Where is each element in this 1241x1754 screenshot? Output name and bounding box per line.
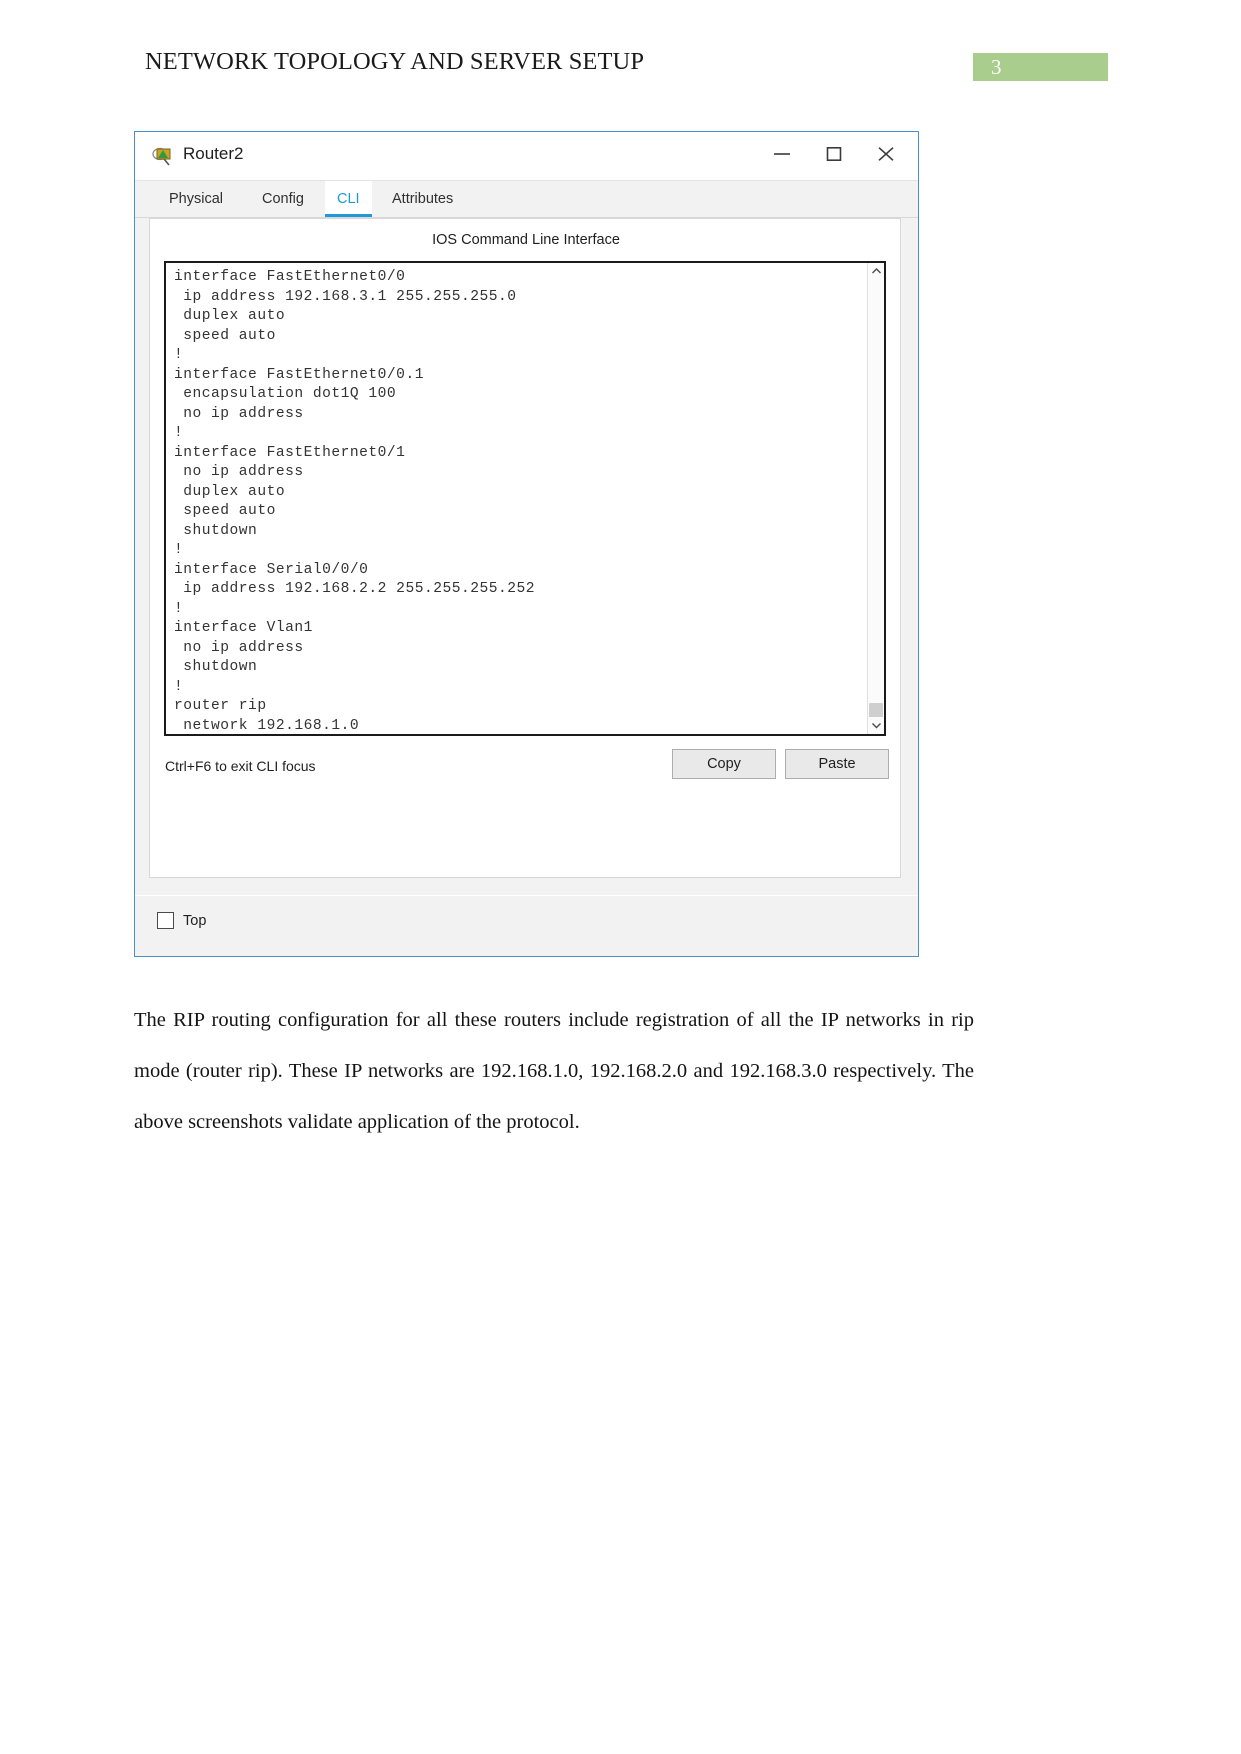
cli-caption: IOS Command Line Interface bbox=[432, 232, 620, 248]
close-button[interactable] bbox=[863, 132, 909, 178]
tabstrip: Physical Config CLI Attributes bbox=[135, 181, 918, 218]
chevron-down-icon bbox=[868, 721, 884, 734]
scroll-down-button[interactable] bbox=[868, 717, 884, 734]
page-title: NETWORK TOPOLOGY AND SERVER SETUP bbox=[145, 48, 645, 75]
tab-attributes[interactable]: Attributes bbox=[380, 181, 466, 217]
maximize-button[interactable] bbox=[811, 132, 857, 178]
router-cli-window: Router2 Physical Config CLI Attributes I… bbox=[134, 131, 919, 957]
cli-console[interactable]: interface FastEthernet0/0 ip address 192… bbox=[164, 261, 886, 736]
page-number-text: 3 bbox=[991, 55, 1002, 79]
cli-scrollbar[interactable] bbox=[867, 263, 884, 734]
cli-panel: IOS Command Line Interface interface Fas… bbox=[135, 218, 918, 918]
minimize-button[interactable] bbox=[759, 132, 805, 178]
copy-button[interactable]: Copy bbox=[672, 749, 776, 779]
cli-footer: Ctrl+F6 to exit CLI focus Copy Paste bbox=[164, 749, 889, 789]
cli-inner-panel: IOS Command Line Interface interface Fas… bbox=[149, 218, 901, 878]
tab-physical[interactable]: Physical bbox=[157, 181, 235, 217]
chevron-up-icon bbox=[868, 267, 884, 284]
window-title: Router2 bbox=[183, 144, 244, 163]
tab-config[interactable]: Config bbox=[250, 181, 316, 217]
window-titlebar: Router2 bbox=[135, 132, 918, 181]
checkbox-box-icon[interactable] bbox=[157, 912, 174, 929]
page-number-badge: 3 bbox=[973, 53, 1108, 81]
scroll-up-button[interactable] bbox=[868, 263, 884, 280]
cli-focus-hint: Ctrl+F6 to exit CLI focus bbox=[165, 758, 316, 774]
cli-output-text: interface FastEthernet0/0 ip address 192… bbox=[174, 269, 536, 734]
router-icon bbox=[151, 144, 175, 168]
body-paragraph: The RIP routing configuration for all th… bbox=[134, 1009, 974, 1133]
paste-button[interactable]: Paste bbox=[785, 749, 889, 779]
top-checkbox-label: Top bbox=[183, 912, 207, 929]
top-checkbox[interactable]: Top bbox=[157, 912, 206, 929]
window-bottom-bar: Top bbox=[135, 895, 918, 956]
tab-cli[interactable]: CLI bbox=[325, 181, 372, 217]
